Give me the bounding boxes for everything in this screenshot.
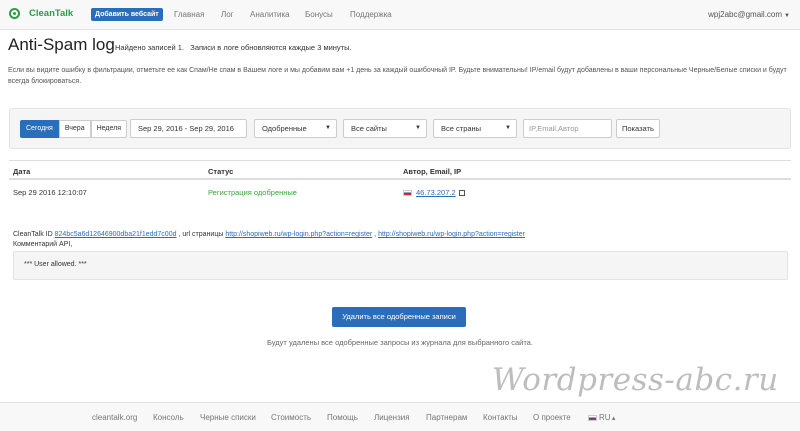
period-today-button[interactable]: Сегодня — [20, 120, 59, 138]
api-comment-text: *** User allowed. *** — [24, 261, 87, 268]
logo-text: CleanTalk — [29, 8, 74, 19]
logo[interactable]: CleanTalk — [9, 8, 73, 19]
select-arrow-icon: ▼ — [325, 125, 331, 131]
period-button-group: Сегодня Вчера Неделя — [20, 120, 128, 138]
language-label: RU — [599, 413, 611, 422]
search-input[interactable]: IP,Email,Автор — [523, 119, 612, 138]
info-text: Если вы видите ошибку в фильтрации, отме… — [8, 67, 787, 85]
page-title: Anti-Spam log — [8, 35, 115, 54]
footer-link-license[interactable]: Лицензия — [374, 413, 410, 422]
url-label: , url страницы — [178, 231, 224, 238]
ip-link[interactable]: 46.73.207.2 — [416, 188, 456, 197]
russia-flag-icon — [403, 190, 412, 197]
sites-select[interactable]: Все сайты ▼ — [343, 119, 427, 138]
watermark: Wordpress-abc.ru — [492, 362, 779, 398]
language-selector[interactable]: RU▲ — [588, 413, 617, 422]
status-select[interactable]: Одобренные ▼ — [254, 119, 337, 138]
col-date: Дата — [13, 167, 31, 176]
col-status: Статус — [208, 167, 234, 176]
select-arrow-icon: ▼ — [505, 125, 511, 131]
footer-link-about[interactable]: О проекте — [533, 413, 571, 422]
footer-link-help[interactable]: Помощь — [327, 413, 358, 422]
page-url-link-2[interactable]: http://shopiweb.ru/wp-login.php?action=r… — [378, 231, 525, 238]
cleantalk-id-link[interactable]: 824bc5a6d12646900dba21f1edd7c00d — [55, 231, 177, 238]
cleantalk-logo-icon — [9, 8, 20, 19]
add-site-button[interactable]: Добавить вебсайт — [91, 8, 163, 21]
table-row: Sep 29 2016 12:10:07 Регистрация одобрен… — [9, 182, 791, 200]
comment-label: Комментарий API, — [13, 241, 73, 248]
nav-link-support[interactable]: Поддержка — [350, 10, 392, 19]
caret-down-icon: ▼ — [784, 13, 790, 19]
col-author: Автор, Email, IP — [403, 167, 462, 176]
status-select-value: Одобренные — [262, 124, 307, 133]
delete-note: Будут удалены все одобренные запросы из … — [267, 338, 533, 347]
top-navbar: CleanTalk Добавить вебсайт Главная Лог А… — [0, 0, 800, 30]
russia-flag-icon — [588, 414, 597, 421]
period-week-button[interactable]: Неделя — [90, 120, 128, 138]
user-menu[interactable]: wpj2abc@gmail.com ▼ — [708, 10, 790, 19]
nav-link-analytics[interactable]: Аналитика — [250, 10, 290, 19]
caret-up-icon: ▲ — [610, 416, 617, 422]
countries-select[interactable]: Все страны ▼ — [433, 119, 517, 138]
user-email: wpj2abc@gmail.com — [708, 10, 783, 19]
period-yesterday-button[interactable]: Вчера — [58, 120, 91, 138]
cleantalk-id-label: CleanTalk ID — [13, 231, 53, 238]
page-url-link-1[interactable]: http://shopiweb.ru/wp-login.php?action=r… — [225, 231, 372, 238]
select-arrow-icon: ▼ — [415, 125, 421, 131]
update-note: Записи в логе обновляются каждые 3 минут… — [190, 43, 352, 52]
delete-approved-button[interactable]: Удалить все одобренные записи — [332, 307, 466, 327]
sites-select-value: Все сайты — [351, 124, 387, 133]
footer-link-contacts[interactable]: Контакты — [483, 413, 518, 422]
date-range-picker[interactable]: Sep 29, 2016 - Sep 29, 2016 — [130, 119, 247, 138]
nav-link-home[interactable]: Главная — [174, 10, 204, 19]
table-header: Дата Статус Автор, Email, IP — [9, 160, 791, 180]
details-line: CleanTalk ID 824bc5a6d12646900dba21f1edd… — [13, 231, 525, 238]
external-link-icon[interactable] — [458, 190, 465, 197]
footer-link-pricing[interactable]: Стоимость — [271, 413, 311, 422]
records-found: Найдено записей 1. Записи в логе обновля… — [115, 43, 352, 52]
footer-link-cleantalk[interactable]: cleantalk.org — [92, 413, 137, 422]
record-details: CleanTalk ID 824bc5a6d12646900dba21f1edd… — [13, 230, 788, 250]
footer-link-partners[interactable]: Партнерам — [426, 413, 467, 422]
found-count: Найдено записей 1. — [115, 43, 185, 52]
show-button[interactable]: Показать — [616, 119, 660, 138]
footer-link-console[interactable]: Консоль — [153, 413, 184, 422]
footer-link-blacklists[interactable]: Черные списки — [200, 413, 256, 422]
row-author: 46.73.207.2 — [403, 188, 465, 197]
api-comment-box: *** User allowed. *** — [13, 251, 788, 280]
row-date: Sep 29 2016 12:10:07 — [13, 188, 87, 197]
footer: cleantalk.org Консоль Черные списки Стои… — [0, 402, 800, 431]
countries-select-value: Все страны — [441, 124, 482, 133]
row-status: Регистрация одобренные — [208, 188, 297, 197]
nav-link-bonuses[interactable]: Бонусы — [305, 10, 333, 19]
nav-link-log[interactable]: Лог — [221, 10, 234, 19]
